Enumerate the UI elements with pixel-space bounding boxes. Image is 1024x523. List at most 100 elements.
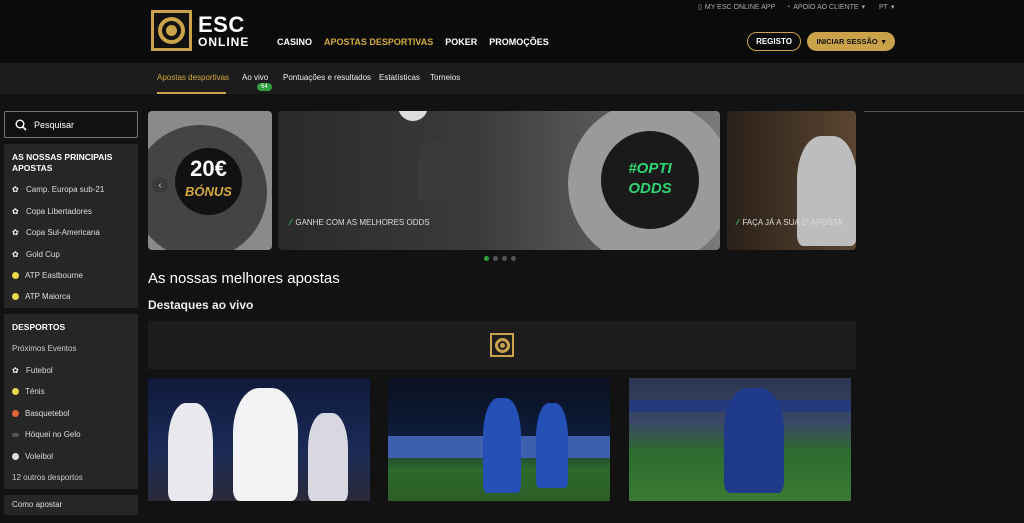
app-link[interactable]: ▯ MY ESC ONLINE APP: [698, 3, 775, 12]
player-silhouette: [536, 403, 568, 488]
football-icon: [398, 111, 428, 121]
slash-icon: ⁄: [290, 218, 292, 227]
tab-sports-betting[interactable]: Apostas desportivas: [157, 73, 229, 82]
upcoming-events-link[interactable]: Próximos Eventos: [4, 338, 138, 360]
chevron-down-icon: ▾: [890, 4, 895, 11]
odds-caption-text: GANHE COM AS MELHORES ODDS: [295, 218, 430, 227]
tab-tournaments[interactable]: Torneios: [430, 73, 460, 82]
live-highlights-placeholder: [148, 321, 856, 369]
sport-label: Futebol: [26, 365, 53, 375]
sport-item[interactable]: Hóquei no Gelo: [4, 424, 138, 446]
main-nav: CASINO APOSTAS DESPORTIVAS POKER PROMOÇÕ…: [277, 37, 549, 47]
sport-item[interactable]: ✿ Futebol: [4, 360, 138, 382]
carousel-dot[interactable]: [511, 256, 516, 261]
carousel-pagination: [484, 256, 516, 261]
tab-statistics[interactable]: Estatísticas: [379, 73, 420, 82]
top-bets-panel: AS NOSSAS PRINCIPAIS APOSTAS ✿ Camp. Euro…: [4, 144, 138, 309]
search-icon: [15, 119, 27, 131]
chevron-down-icon: ▾: [861, 4, 866, 11]
sports-panel: DESPORTOS Próximos Eventos ✿ Futebol Téni…: [4, 314, 138, 489]
tab-scores-results[interactable]: Pontuações e resultados: [283, 73, 371, 82]
player-silhouette: [233, 388, 298, 501]
logo-text-online: ONLINE: [198, 34, 250, 49]
top-bets-title: AS NOSSAS PRINCIPAIS APOSTAS: [12, 152, 113, 174]
more-sports-link[interactable]: 12 outros desportos: [4, 467, 138, 489]
odds-caption: ⁄ GANHE COM AS MELHORES ODDS: [290, 218, 430, 227]
bonus-label: BÓNUS: [185, 184, 232, 199]
top-bet-item[interactable]: ATP Eastbourne: [4, 265, 138, 287]
volleyball-icon: [12, 452, 19, 460]
player-silhouette: [483, 398, 521, 493]
promo-slide-first-bet[interactable]: ⁄ FAÇA JÁ A SUA 1ª APOSTA: [727, 111, 856, 250]
register-button[interactable]: REGISTO: [747, 32, 801, 51]
carousel-dot[interactable]: [484, 256, 489, 261]
tennis-ball-icon: [12, 292, 19, 300]
promo-carousel: 20€ BÓNUS #OPTI ODDS ⁄ GANHE COM AS MELH…: [148, 111, 856, 250]
first-bet-caption: ⁄ FAÇA JÁ A SUA 1ª APOSTA: [737, 218, 843, 227]
carousel-prev-button[interactable]: ‹: [152, 177, 168, 193]
odds-promo-line1: #OPTI: [628, 160, 672, 177]
search-input[interactable]: Pesquisar: [4, 111, 138, 138]
sports-title: DESPORTOS: [12, 322, 66, 333]
live-highlights-heading: Destaques ao vivo: [148, 298, 254, 312]
search-placeholder: Pesquisar: [34, 119, 75, 130]
football-icon: ✿: [12, 228, 19, 238]
login-button-label: INICIAR SESSÃO: [816, 37, 878, 46]
chevron-left-icon: ‹: [158, 179, 162, 191]
top-bet-item[interactable]: ATP Maiorca: [4, 287, 138, 309]
football-icon: ✿: [12, 249, 19, 259]
brand-logo[interactable]: ESC ONLINE: [151, 10, 249, 51]
sub-nav: Apostas desportivas Ao vivo 64 Pontuaçõe…: [0, 63, 1024, 94]
language-select[interactable]: PT ▾: [879, 3, 895, 12]
top-bet-item[interactable]: ✿ Camp. Europa sub-21: [4, 179, 138, 201]
sport-label: Hóquei no Gelo: [25, 430, 81, 440]
logo-mark-icon: [151, 10, 192, 51]
hockey-puck-icon: [12, 432, 19, 437]
sport-item[interactable]: Basquetebol: [4, 403, 138, 425]
support-menu[interactable]: ◔ APOIO AO CLIENTE ▾: [786, 3, 866, 12]
football-icon: ✿: [12, 365, 19, 375]
support-label: APOIO AO CLIENTE: [793, 3, 859, 11]
top-bet-item[interactable]: ✿ Copa Sul-Americana: [4, 222, 138, 244]
top-bet-item[interactable]: ✿ Copa Libertadores: [4, 201, 138, 223]
carousel-dot[interactable]: [502, 256, 507, 261]
sport-label: Basquetebol: [25, 408, 70, 418]
promo-slide-odds[interactable]: #OPTI ODDS ⁄ GANHE COM AS MELHORES ODDS: [278, 111, 720, 250]
login-button[interactable]: INICIAR SESSÃO ▾: [807, 32, 895, 51]
divider: [864, 111, 1024, 112]
how-to-bet-link[interactable]: Como apostar: [4, 494, 138, 515]
top-bet-item[interactable]: ✿ Gold Cup: [4, 244, 138, 266]
top-header: ESC ONLINE CASINO APOSTAS DESPORTIVAS PO…: [0, 0, 1024, 63]
phone-icon: ▯: [698, 4, 702, 11]
player-silhouette: [308, 413, 348, 501]
nav-poker[interactable]: POKER: [445, 37, 477, 47]
player-silhouette: [724, 388, 784, 493]
feature-card[interactable]: [388, 378, 610, 501]
language-label: PT: [879, 3, 888, 11]
slash-icon: ⁄: [737, 218, 739, 227]
bonus-amount: 20€: [190, 156, 227, 181]
nav-casino[interactable]: CASINO: [277, 37, 312, 47]
player-silhouette: [168, 403, 213, 501]
top-bet-label: Gold Cup: [26, 249, 60, 259]
football-icon: ✿: [12, 185, 19, 195]
carousel-dot[interactable]: [493, 256, 498, 261]
sport-item[interactable]: Ténis: [4, 381, 138, 403]
top-bet-label: ATP Eastbourne: [25, 271, 83, 281]
feature-card[interactable]: [148, 378, 370, 501]
sport-label: Ténis: [25, 387, 45, 397]
top-bet-label: Copa Sul-Americana: [26, 228, 100, 238]
nav-promotions[interactable]: PROMOÇÕES: [489, 37, 549, 47]
feature-card[interactable]: [629, 378, 851, 501]
tennis-ball-icon: [12, 272, 19, 280]
first-bet-caption-text: FAÇA JÁ A SUA 1ª APOSTA: [742, 218, 843, 227]
sport-item[interactable]: Voleibol: [4, 446, 138, 468]
live-count-badge: 64: [257, 83, 272, 91]
support-icon: ◔: [786, 3, 791, 11]
sidebar: Pesquisar AS NOSSAS PRINCIPAIS APOSTAS ✿…: [4, 111, 138, 515]
nav-sports-betting[interactable]: APOSTAS DESPORTIVAS: [324, 37, 433, 47]
football-icon: ✿: [12, 206, 19, 216]
tab-live[interactable]: Ao vivo: [242, 73, 268, 82]
logo-text-esc: ESC: [198, 11, 245, 37]
top-bet-label: Camp. Europa sub-21: [26, 185, 105, 195]
